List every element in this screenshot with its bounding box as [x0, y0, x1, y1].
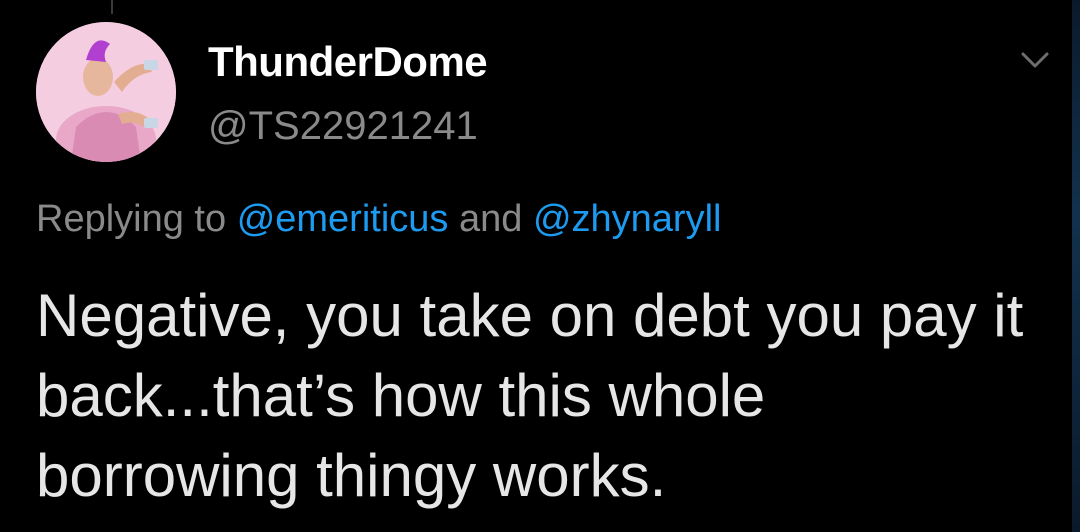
mention-link-emeriticus[interactable]: @emeriticus	[237, 198, 449, 240]
replying-to-line: Replying to @emeriticus and @zhynaryll	[36, 198, 721, 241]
user-handle[interactable]: @TS22921241	[208, 104, 478, 149]
thread-connector-line	[111, 0, 113, 14]
avatar[interactable]	[36, 22, 176, 162]
right-edge-strip	[1072, 0, 1080, 532]
display-name[interactable]: ThunderDome	[208, 38, 488, 86]
tweet-body-text: Negative, you take on debt you pay it ba…	[36, 282, 1024, 509]
avatar-image	[36, 22, 176, 162]
chevron-down-icon[interactable]	[1018, 48, 1052, 72]
replying-conjunction: and	[458, 198, 523, 240]
replying-to-label: Replying to	[36, 198, 227, 240]
mention-link-zhynaryll[interactable]: @zhynaryll	[533, 198, 722, 240]
